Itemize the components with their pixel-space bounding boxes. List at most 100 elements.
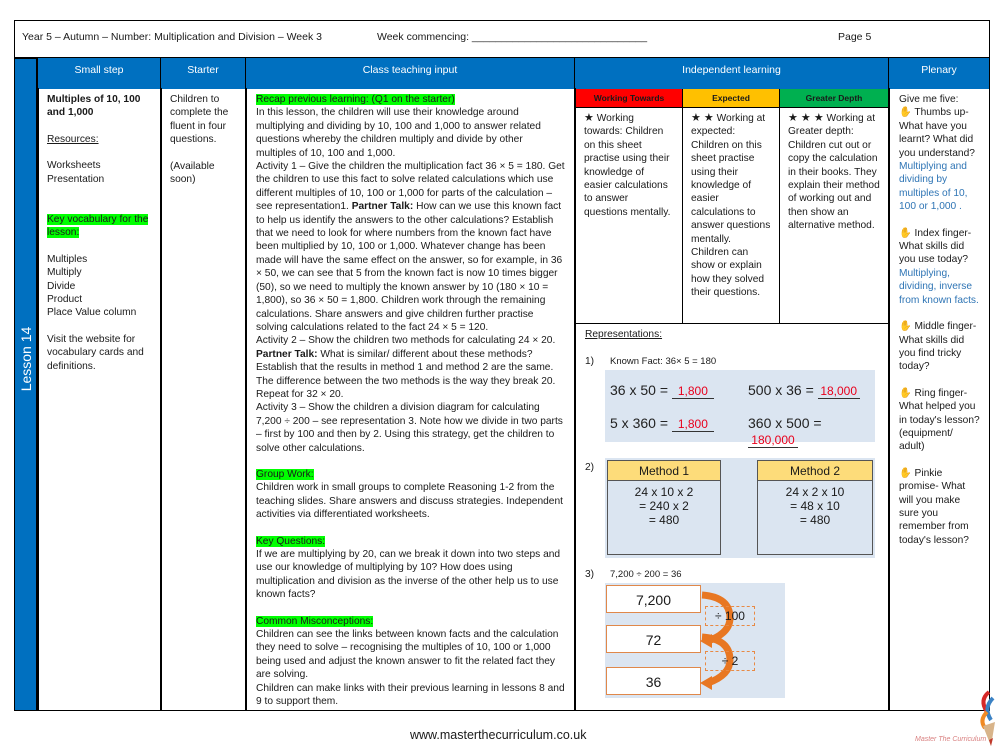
misconceptions-text: Children can see the links between known… — [256, 629, 559, 681]
answer: 1,800 — [671, 384, 714, 399]
activity-1: Activity 1 – Give the children the multi… — [256, 160, 565, 334]
value-box: 7,200 — [606, 585, 701, 613]
small-step-column: Multiples of 10, 100 and 1,000 Resources… — [37, 88, 160, 711]
known-fact: Known Fact: 36× 5 = 180 — [610, 356, 717, 367]
resource-item: Presentation — [47, 173, 105, 185]
week-commencing: Week commencing: _______________________… — [377, 31, 648, 43]
level-expected: Expected — [683, 89, 780, 108]
hand-icon: ✋ — [899, 227, 912, 239]
rep2-panel: Method 1 24 x 10 x 2 = 240 x 2 = 480 Met… — [605, 458, 875, 558]
level-description: Working at expected: Children on this sh… — [691, 113, 771, 299]
key-questions-label: Key Questions: — [256, 535, 326, 547]
method-1-box: Method 1 24 x 10 x 2 = 240 x 2 = 480 — [607, 460, 721, 555]
hand-icon: ✋ — [899, 387, 912, 399]
header-independent: Independent learning — [574, 58, 888, 89]
method-line: 24 x 2 x 10 — [785, 485, 845, 499]
method-line: = 48 x 10 — [790, 499, 840, 513]
header-starter: Starter — [160, 58, 245, 89]
working-towards-text: ★ Working towards: Children on this shee… — [576, 108, 683, 324]
pencil-logo-icon — [980, 690, 995, 746]
header-plenary: Plenary — [888, 58, 990, 89]
method-line: 24 x 10 x 2 — [634, 485, 694, 499]
level-description: Working at Greater depth: Children cut o… — [788, 113, 880, 232]
header-small-step: Small step — [37, 58, 160, 89]
group-work-text: Children work in small groups to complet… — [256, 482, 563, 521]
rep3-panel: 7,200 72 36 ÷ 100 ÷ 2 — [605, 583, 785, 698]
method-line: = 480 — [799, 513, 831, 527]
method-title: Method 2 — [758, 461, 872, 481]
level-working-towards: Working Towards — [576, 89, 683, 108]
equation: 36 x 50 = 1,800 — [610, 382, 714, 399]
visit-note: Visit the website for vocabulary cards a… — [47, 333, 144, 372]
representations-label: Representations: — [585, 329, 663, 340]
hand-icon: ✋ — [899, 107, 912, 119]
starter-column: Children to complete the fluent in four … — [160, 88, 245, 711]
starter-text: Children to complete the fluent in four … — [170, 94, 229, 146]
starter-note: (Available soon) — [170, 160, 215, 186]
rep1-panel: 36 x 50 = 1,800 500 x 36 = 18,000 5 x 36… — [605, 370, 875, 448]
header-class-teaching: Class teaching input — [245, 58, 574, 89]
lesson-label: Lesson 14 — [17, 326, 34, 392]
page-number: Page 5 — [838, 31, 872, 43]
footer-url[interactable]: www.masterthecurriculum.co.uk — [410, 728, 586, 742]
activity-2-partner: Partner Talk: What is similar/ different… — [256, 348, 565, 402]
value-box: 72 — [606, 625, 701, 653]
vocab-label: Key vocabulary for the lesson: — [47, 214, 149, 239]
star-icon: ★ ★ — [691, 112, 714, 124]
activity-2: Activity 2 – Show the children two metho… — [256, 335, 556, 347]
method-2-box: Method 2 24 x 2 x 10 = 48 x 10 = 480 — [757, 460, 873, 555]
level-greater-depth: Greater Depth — [780, 89, 888, 108]
equation: 5 x 360 = 1,800 — [610, 415, 714, 432]
rep1-number: 1) — [585, 356, 595, 367]
vocab-item: Product — [47, 294, 83, 306]
equation: 360 x 500 = 180,000 — [748, 415, 822, 448]
plenary-index-answer: Multiplying, dividing, inverse from know… — [899, 267, 979, 306]
plenary-pinkie: Pinkie promise- What will you make sure … — [899, 467, 969, 546]
resource-item: Worksheets — [47, 160, 101, 172]
star-icon: ★ ★ ★ — [788, 112, 824, 124]
misconceptions-label: Common Misconceptions: — [256, 615, 374, 627]
vocab-item: Multiples — [47, 253, 88, 265]
unit-title: Year 5 – Autumn – Number: Multiplication… — [22, 31, 322, 43]
star-icon: ★ — [584, 112, 594, 124]
group-work-label: Group Work: — [256, 468, 314, 480]
activity-1-partner-text: How can we use this known fact to help u… — [256, 201, 563, 333]
vocab-item: Divide — [47, 280, 76, 292]
method-title: Method 1 — [608, 461, 720, 481]
value-box: 36 — [606, 667, 701, 695]
vocab-item: Multiply — [47, 267, 82, 279]
division-equation: 7,200 ÷ 200 = 36 — [610, 569, 682, 580]
resources-label: Resources: — [47, 133, 99, 145]
misconceptions-text: Children can make links with their previ… — [256, 682, 565, 708]
answer: 180,000 — [748, 433, 798, 448]
greater-depth-text: ★ ★ ★ Working at Greater depth: Children… — [780, 108, 888, 324]
recap-label: Recap previous learning: (Q1 on the star… — [256, 94, 455, 105]
curved-arrow-icon — [700, 591, 734, 690]
method-line: = 240 x 2 — [639, 499, 689, 513]
partner-talk-label: Partner Talk: — [256, 348, 318, 360]
answer: 18,000 — [817, 384, 860, 399]
divide-step: ÷ 2 — [705, 651, 755, 671]
level-description: Working towards: Children on this sheet … — [584, 113, 671, 218]
plenary-column: Give me five: ✋ Thumbs up- What have you… — [888, 88, 990, 711]
expected-text: ★ ★ Working at expected: Children on thi… — [683, 108, 780, 324]
key-questions-text: If we are multiplying by 20, can we brea… — [256, 549, 561, 601]
hand-icon: ✋ — [899, 467, 912, 479]
plenary-ring: Ring finger- What helped you in today's … — [899, 387, 980, 453]
activity-3: Activity 3 – Show the children a divisio… — [256, 402, 563, 454]
answer: 1,800 — [671, 417, 714, 432]
divide-step: ÷ 100 — [705, 606, 755, 626]
rep2-number: 2) — [585, 462, 595, 473]
lesson-strip: Lesson 14 — [14, 58, 38, 711]
small-step-title: Multiples of 10, 100 and 1,000 — [47, 94, 141, 119]
document-header: Year 5 – Autumn – Number: Multiplication… — [14, 20, 990, 59]
class-teaching-column: Recap previous learning: (Q1 on the star… — [245, 88, 574, 711]
rep3-number: 3) — [585, 569, 595, 580]
plenary-intro: Give me five: — [899, 94, 959, 105]
vocab-item: Place Value column — [47, 307, 137, 319]
equation: 500 x 36 = 18,000 — [748, 382, 860, 399]
method-line: = 480 — [648, 513, 680, 527]
hand-icon: ✋ — [899, 321, 912, 333]
intro-paragraph: In this lesson, the children will use th… — [256, 107, 541, 159]
plenary-thumb-answer: Multiplying and dividing by multiples of… — [899, 161, 968, 213]
